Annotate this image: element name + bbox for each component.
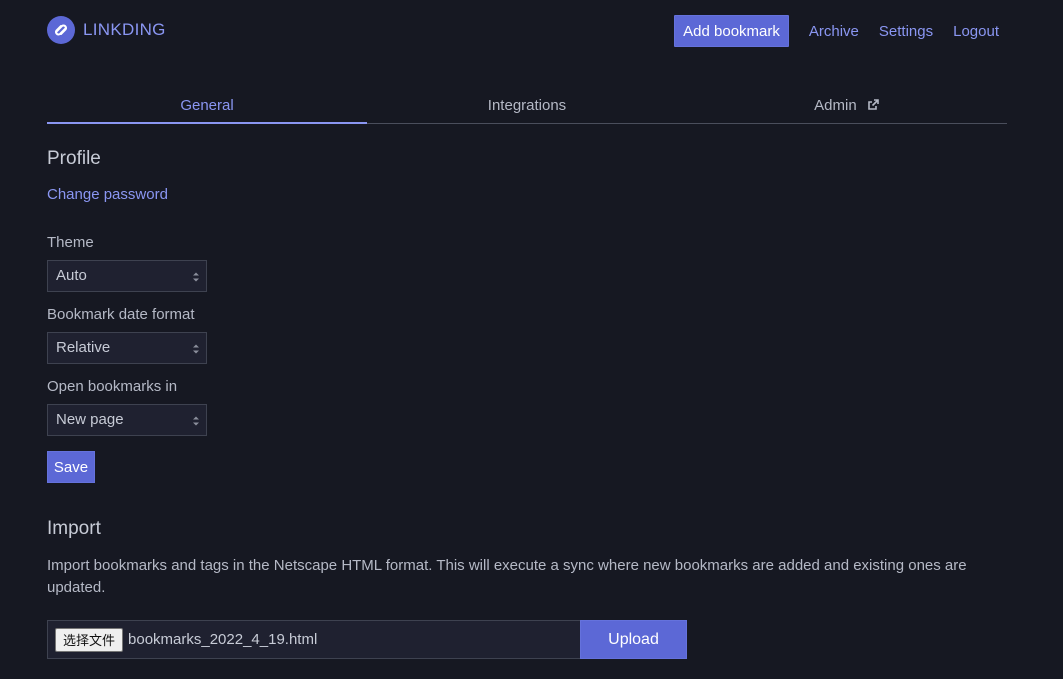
upload-button[interactable]: Upload bbox=[580, 620, 687, 659]
tab-general[interactable]: General bbox=[47, 90, 367, 124]
save-button[interactable]: Save bbox=[47, 451, 95, 483]
import-form: 选择文件 bookmarks_2022_4_19.html Upload bbox=[47, 620, 687, 659]
tab-integrations[interactable]: Integrations bbox=[367, 90, 687, 123]
theme-select[interactable]: Auto bbox=[47, 260, 207, 292]
settings-tabs: General Integrations Admin bbox=[47, 90, 1007, 124]
main-nav: Add bookmark Archive Settings Logout bbox=[674, 15, 999, 47]
external-link-icon bbox=[868, 99, 879, 110]
tab-general-label: General bbox=[180, 97, 234, 114]
settings-page: LINKDING Add bookmark Archive Settings L… bbox=[0, 0, 1063, 679]
profile-heading: Profile bbox=[47, 148, 101, 169]
tab-admin[interactable]: Admin bbox=[687, 90, 1007, 123]
date-format-select-value: Relative bbox=[56, 339, 111, 356]
date-format-select[interactable]: Relative bbox=[47, 332, 207, 364]
select-arrows-icon bbox=[193, 416, 199, 426]
choose-file-button[interactable]: 选择文件 bbox=[55, 627, 124, 652]
file-input[interactable]: 选择文件 bookmarks_2022_4_19.html bbox=[47, 620, 580, 659]
tab-integrations-label: Integrations bbox=[487, 97, 567, 114]
change-password-link[interactable]: Change password bbox=[47, 186, 168, 203]
theme-label: Theme bbox=[47, 234, 94, 251]
brand[interactable]: LINKDING bbox=[47, 16, 166, 44]
linkding-logo-icon bbox=[47, 16, 75, 44]
nav-archive-link[interactable]: Archive bbox=[809, 23, 859, 40]
nav-settings-link[interactable]: Settings bbox=[879, 23, 933, 40]
select-arrows-icon bbox=[193, 344, 199, 354]
selected-file-name: bookmarks_2022_4_19.html bbox=[128, 631, 318, 648]
add-bookmark-button[interactable]: Add bookmark bbox=[674, 15, 789, 47]
date-format-label: Bookmark date format bbox=[47, 306, 195, 323]
tab-admin-label: Admin bbox=[814, 97, 857, 114]
open-in-select-value: New page bbox=[56, 411, 124, 428]
brand-name: LINKDING bbox=[83, 20, 166, 39]
theme-select-value: Auto bbox=[56, 267, 87, 284]
open-in-select[interactable]: New page bbox=[47, 404, 207, 436]
select-arrows-icon bbox=[193, 272, 199, 282]
nav-logout-link[interactable]: Logout bbox=[953, 23, 999, 40]
open-in-label: Open bookmarks in bbox=[47, 378, 178, 395]
import-description: Import bookmarks and tags in the Netscap… bbox=[47, 557, 967, 596]
import-heading: Import bbox=[47, 518, 101, 539]
